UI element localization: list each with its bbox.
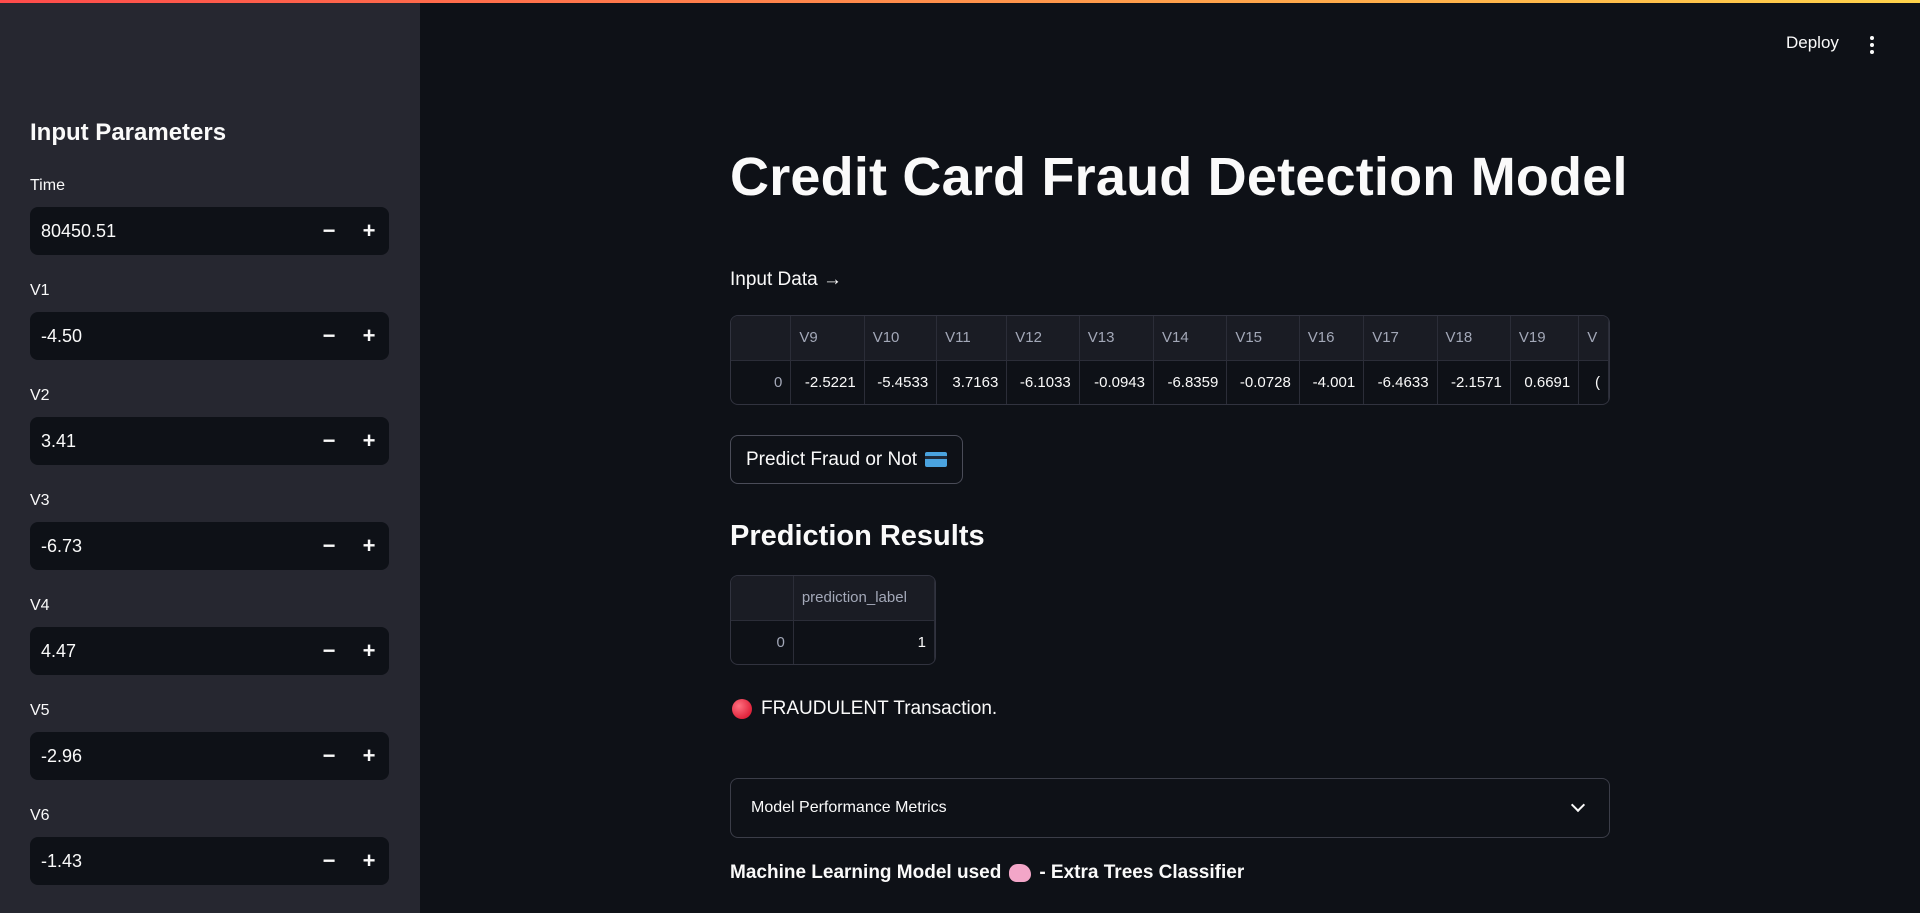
model-metrics-expander[interactable]: Model Performance Metrics bbox=[730, 778, 1610, 838]
page-title: Credit Card Fraud Detection Model bbox=[730, 147, 1628, 207]
number-input-value[interactable]: -6.73 bbox=[30, 536, 309, 557]
table-cell[interactable]: -2.1571 bbox=[1437, 360, 1511, 404]
number-input[interactable]: -1.43− + bbox=[30, 837, 389, 885]
table-cell[interactable]: 0.6691 bbox=[1510, 360, 1580, 404]
number-input-value[interactable]: 80450.51 bbox=[30, 221, 309, 242]
model-prefix: Machine Learning Model used bbox=[730, 862, 1002, 883]
more-vert-icon[interactable] bbox=[1862, 34, 1882, 56]
param-v3: V3 -6.73− + bbox=[30, 490, 389, 570]
number-input[interactable]: 4.47− + bbox=[30, 627, 389, 675]
column-header[interactable]: V19 bbox=[1510, 316, 1580, 361]
number-input-value[interactable]: -4.50 bbox=[30, 326, 309, 347]
chevron-down-icon bbox=[1570, 797, 1586, 813]
table-cell[interactable]: 3.7163 bbox=[936, 360, 1008, 404]
column-header[interactable]: V13 bbox=[1079, 316, 1154, 361]
increment-button[interactable]: + bbox=[349, 837, 389, 885]
sidebar-title: Input Parameters bbox=[30, 119, 227, 146]
column-header[interactable] bbox=[731, 576, 794, 621]
model-name: - Extra Trees Classifier bbox=[1039, 862, 1245, 883]
sidebar: Input Parameters Time 80450.51− + V1 -4.50− +… bbox=[0, 0, 420, 913]
increment-button[interactable]: + bbox=[349, 312, 389, 360]
param-v5: V5 -2.96− + bbox=[30, 700, 389, 780]
decrement-button[interactable]: − bbox=[309, 627, 349, 675]
table-cell[interactable]: -0.0728 bbox=[1226, 360, 1300, 404]
table-cell[interactable]: -6.1033 bbox=[1006, 360, 1080, 404]
decrement-button[interactable]: − bbox=[309, 312, 349, 360]
table-row: 0 -2.5221 -5.4533 3.7163 -6.1033 -0.0943 -6.83… bbox=[731, 360, 1609, 404]
param-time: Time 80450.51− + bbox=[30, 175, 389, 255]
row-index[interactable]: 0 bbox=[731, 620, 794, 664]
number-input[interactable]: 80450.51− + bbox=[30, 207, 389, 255]
param-label: V3 bbox=[30, 492, 50, 509]
increment-button[interactable]: + bbox=[349, 627, 389, 675]
fraud-result-text: FRAUDULENT Transaction. bbox=[761, 698, 998, 719]
param-label: V5 bbox=[30, 702, 50, 719]
table-cell[interactable]: 1 bbox=[793, 620, 935, 664]
number-input-value[interactable]: -2.96 bbox=[30, 746, 309, 767]
param-label: V6 bbox=[30, 807, 50, 824]
column-header[interactable]: V17 bbox=[1363, 316, 1438, 361]
model-used-line: Machine Learning Model used - Extra Tree… bbox=[730, 862, 1244, 884]
table-cell[interactable]: -6.4633 bbox=[1363, 360, 1438, 404]
decrement-button[interactable]: − bbox=[309, 837, 349, 885]
input-data-label: Input Data → bbox=[730, 269, 842, 290]
increment-button[interactable]: + bbox=[349, 417, 389, 465]
fraud-result: FRAUDULENT Transaction. bbox=[732, 698, 997, 720]
row-index[interactable]: 0 bbox=[731, 360, 792, 404]
decrement-button[interactable]: − bbox=[309, 732, 349, 780]
column-header[interactable]: V11 bbox=[936, 316, 1008, 361]
table-cell[interactable]: -0.0943 bbox=[1079, 360, 1154, 404]
increment-button[interactable]: + bbox=[349, 522, 389, 570]
param-v4: V4 4.47− + bbox=[30, 595, 389, 675]
column-header[interactable]: V bbox=[1578, 316, 1609, 361]
brain-icon bbox=[1009, 864, 1032, 882]
predict-button[interactable]: Predict Fraud or Not bbox=[730, 435, 964, 484]
column-header[interactable]: prediction_label bbox=[793, 576, 935, 621]
decrement-button[interactable]: − bbox=[309, 417, 349, 465]
param-label: Time bbox=[30, 177, 65, 194]
column-header[interactable]: V14 bbox=[1153, 316, 1228, 361]
column-header[interactable]: V18 bbox=[1437, 316, 1511, 361]
param-label: V1 bbox=[30, 282, 50, 299]
top-accent-bar bbox=[0, 0, 1920, 3]
increment-button[interactable]: + bbox=[349, 732, 389, 780]
param-v6: V6 -1.43− + bbox=[30, 805, 389, 885]
input-data-table[interactable]: V9 V10 V11 V12 V13 V14 V15 V16 V17 V18 V19 V 0 -2.52… bbox=[730, 315, 1610, 405]
decrement-button[interactable]: − bbox=[309, 522, 349, 570]
table-cell[interactable]: -5.4533 bbox=[864, 360, 938, 404]
table-cell[interactable]: ( bbox=[1578, 360, 1609, 404]
credit-card-icon bbox=[925, 452, 948, 467]
predict-button-label: Predict Fraud or Not bbox=[746, 448, 918, 470]
number-input[interactable]: -2.96− + bbox=[30, 732, 389, 780]
table-cell[interactable]: -6.8359 bbox=[1153, 360, 1228, 404]
param-v2: V2 3.41− + bbox=[30, 385, 389, 465]
prediction-table[interactable]: prediction_label 01 bbox=[730, 575, 936, 665]
results-title: Prediction Results bbox=[730, 520, 985, 552]
table-cell[interactable]: -4.001 bbox=[1299, 360, 1365, 404]
number-input-value[interactable]: 3.41 bbox=[30, 431, 309, 452]
deploy-button[interactable]: Deploy bbox=[1786, 33, 1839, 53]
param-v1: V1 -4.50− + bbox=[30, 280, 389, 360]
column-header[interactable]: V16 bbox=[1299, 316, 1365, 361]
number-input[interactable]: 3.41− + bbox=[30, 417, 389, 465]
column-header[interactable]: V10 bbox=[864, 316, 938, 361]
number-input-value[interactable]: 4.47 bbox=[30, 641, 309, 662]
number-input-value[interactable]: -1.43 bbox=[30, 851, 309, 872]
table-row: 01 bbox=[731, 620, 935, 664]
number-input[interactable]: -6.73− + bbox=[30, 522, 389, 570]
column-header[interactable]: V9 bbox=[790, 316, 865, 361]
expander-label: Model Performance Metrics bbox=[751, 799, 947, 816]
column-header[interactable] bbox=[731, 316, 792, 361]
red-circle-icon bbox=[732, 699, 752, 719]
increment-button[interactable]: + bbox=[349, 207, 389, 255]
decrement-button[interactable]: − bbox=[309, 207, 349, 255]
column-header[interactable]: V15 bbox=[1226, 316, 1300, 361]
param-label: V2 bbox=[30, 387, 50, 404]
column-header[interactable]: V12 bbox=[1006, 316, 1080, 361]
param-label: V4 bbox=[30, 597, 50, 614]
table-cell[interactable]: -2.5221 bbox=[790, 360, 865, 404]
number-input[interactable]: -4.50− + bbox=[30, 312, 389, 360]
